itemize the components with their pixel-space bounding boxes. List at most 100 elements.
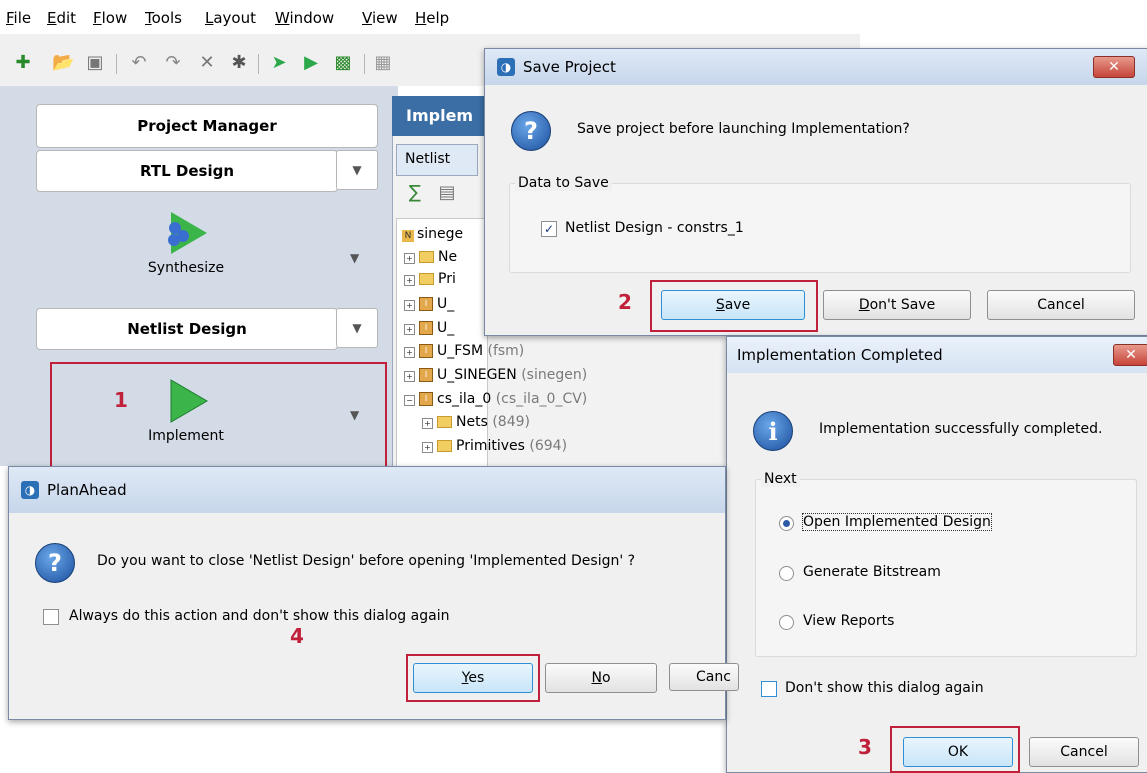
netlist-design-checkbox-label[interactable]: Netlist Design - constrs_1 <box>565 220 744 236</box>
menu-help[interactable]: Help <box>415 9 449 27</box>
module-icon: I <box>419 392 433 406</box>
tree-item-primitives[interactable]: + Pri <box>404 271 456 287</box>
open-implemented-design-label[interactable]: Open Implemented Design <box>802 513 992 531</box>
planahead-title: PlanAhead <box>47 481 127 499</box>
netlist-design-dropdown[interactable]: ▼ <box>336 308 378 348</box>
save-icon[interactable]: ▣ <box>84 52 106 74</box>
menu-bar: File Edit Flow Tools Layout Window View … <box>0 0 860 34</box>
menu-edit[interactable]: Edit <box>47 9 76 27</box>
app-icon: ◑ <box>497 58 515 76</box>
bitstream-icon[interactable]: ▩ <box>332 52 354 74</box>
synthesize-label: Synthesize <box>147 260 225 276</box>
layout-icon[interactable]: ▦ <box>372 52 394 74</box>
expand-icon[interactable]: + <box>422 418 433 429</box>
undo-icon[interactable]: ↶ <box>128 52 150 74</box>
panel-title-text: Implem <box>406 106 474 125</box>
project-manager-button[interactable]: Project Manager <box>36 104 378 148</box>
collapse-icon[interactable]: − <box>404 395 415 406</box>
new-project-icon[interactable]: ✚ <box>12 52 34 74</box>
dont-show-again-checkbox[interactable] <box>761 681 777 697</box>
open-implemented-design-radio[interactable] <box>779 516 794 531</box>
impl-dialog-title: Implementation Completed <box>737 346 943 364</box>
menu-flow[interactable]: Flow <box>93 9 127 27</box>
netlist-design-button[interactable]: Netlist Design <box>36 308 338 350</box>
expand-icon[interactable]: + <box>422 442 433 453</box>
save-dialog-message: Save project before launching Implementa… <box>577 121 910 137</box>
module-icon: I <box>419 321 433 335</box>
generate-bitstream-label[interactable]: Generate Bitstream <box>803 564 941 580</box>
tree-item-label: Ne <box>438 249 458 265</box>
tree-item-label: Pri <box>438 271 456 287</box>
question-icon: ? <box>511 111 551 151</box>
always-do-this-label[interactable]: Always do this action and don't show thi… <box>69 608 449 624</box>
redo-icon[interactable]: ↷ <box>162 52 184 74</box>
step-number-2: 2 <box>618 290 632 314</box>
module-icon: I <box>419 297 433 311</box>
dont-save-button[interactable]: Don't Save <box>823 290 971 320</box>
tree-item-sinegen[interactable]: + I U_SINEGEN (sinegen) <box>404 367 587 383</box>
tree-item-nets[interactable]: + Ne <box>404 249 457 265</box>
callout-box-save <box>650 280 818 332</box>
close-button[interactable]: ✕ <box>1113 344 1147 366</box>
tree-item-module[interactable]: + I U_ <box>404 296 454 312</box>
implementation-completed-dialog: Implementation Completed ✕ i Implementat… <box>726 336 1147 773</box>
synthesize-icon <box>168 212 207 254</box>
cancel-button-label: Canc <box>696 669 731 685</box>
data-to-save-label: Data to Save <box>515 175 612 191</box>
close-button[interactable]: ✕ <box>1093 56 1135 78</box>
menu-tools[interactable]: Tools <box>145 9 182 27</box>
rtl-design-dropdown[interactable]: ▼ <box>336 150 378 190</box>
tree-item-ila-primitives[interactable]: + Primitives (694) <box>422 438 567 454</box>
planahead-message: Do you want to close 'Netlist Design' be… <box>97 553 636 569</box>
synthesize-step[interactable]: Synthesize <box>36 198 336 288</box>
rtl-design-button[interactable]: RTL Design <box>36 150 338 192</box>
generate-bitstream-radio[interactable] <box>779 566 794 581</box>
synthesize-icon[interactable]: ➤ <box>268 52 290 74</box>
tab-netlist[interactable]: Netlist <box>396 144 478 176</box>
tree-item-fsm[interactable]: + I U_FSM (fsm) <box>404 343 524 359</box>
no-button[interactable]: No <box>545 663 657 693</box>
hierarchy-icon[interactable]: ▤ <box>436 182 458 204</box>
tree-item-module[interactable]: + I U_ <box>404 320 454 336</box>
tree-root[interactable]: Nsinege <box>402 226 463 242</box>
tree-item-label: cs_ila_0 <box>437 391 492 407</box>
cancel-button[interactable]: Canc <box>669 663 739 691</box>
menu-layout[interactable]: Layout <box>205 9 256 27</box>
tab-netlist-label: Netlist <box>405 151 451 167</box>
tree-item-cs-ila[interactable]: − Ics_ila_0 (cs_ila_0_CV) <box>404 391 587 407</box>
cancel-button[interactable]: Cancel <box>987 290 1135 320</box>
netlist-design-label: Netlist Design <box>127 320 247 338</box>
tree-item-label: U_ <box>437 296 455 312</box>
run-icon[interactable]: ▶ <box>300 52 322 74</box>
menu-view[interactable]: View <box>362 9 398 27</box>
step-number-3: 3 <box>858 735 872 759</box>
netlist-design-checkbox[interactable]: ✓ <box>541 221 557 237</box>
view-reports-label[interactable]: View Reports <box>803 613 894 629</box>
expand-icon[interactable]: + <box>404 371 415 382</box>
tree-item-ila-nets[interactable]: + Nets (849) <box>422 414 530 430</box>
toolbar-separator <box>364 54 365 74</box>
expand-icon[interactable]: + <box>404 324 415 335</box>
impl-dialog-titlebar: Implementation Completed <box>727 337 1147 373</box>
delete-icon[interactable]: ✕ <box>196 52 218 74</box>
menu-file[interactable]: File <box>6 9 31 27</box>
expand-icon[interactable]: + <box>404 253 415 264</box>
wand-icon[interactable]: ✱ <box>228 52 250 74</box>
view-reports-radio[interactable] <box>779 615 794 630</box>
open-project-icon[interactable]: 📂 <box>52 52 74 74</box>
dont-show-again-label[interactable]: Don't show this dialog again <box>785 680 984 696</box>
tree-item-label: U_FSM <box>437 343 484 359</box>
expand-icon[interactable]: + <box>404 275 415 286</box>
always-do-this-checkbox[interactable] <box>43 609 59 625</box>
synthesize-dropdown[interactable]: ▼ <box>350 251 359 265</box>
expand-icon[interactable]: + <box>404 347 415 358</box>
expand-icon[interactable]: + <box>404 300 415 311</box>
question-icon: ? <box>35 543 75 583</box>
tree-item-label: U_SINEGEN <box>437 367 517 383</box>
tree-item-detail: (cs_ila_0_CV) <box>495 391 588 407</box>
cancel-button[interactable]: Cancel <box>1029 737 1139 767</box>
menu-window[interactable]: Window <box>275 9 334 27</box>
toolbar-separator <box>258 54 259 74</box>
collapse-all-icon[interactable]: ∑ <box>404 182 426 204</box>
tree-item-label: sinege <box>417 226 464 242</box>
